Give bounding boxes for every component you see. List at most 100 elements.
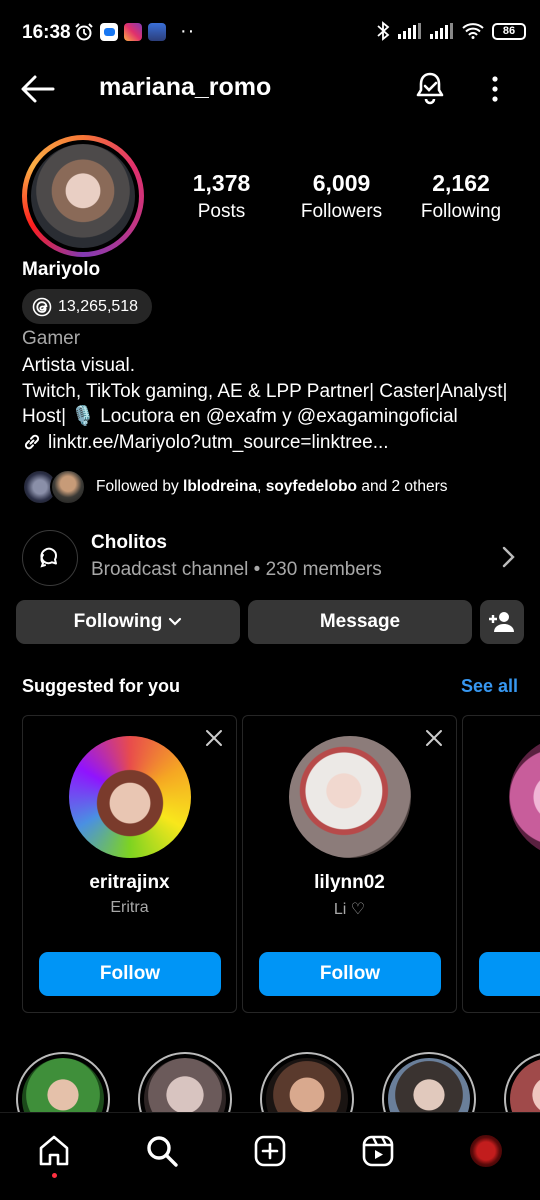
profile-bio: Artista visual. Twitch, TikTok gaming, A…	[22, 353, 532, 455]
messenger-app-icon	[100, 23, 118, 41]
status-bar: 16:38 ·· 86	[0, 0, 540, 62]
see-all-link[interactable]: See all	[461, 676, 518, 697]
mutual-user-1[interactable]: lblodreina	[183, 478, 257, 495]
highlight-cover	[510, 1058, 540, 1112]
message-button-label: Message	[319, 611, 401, 632]
stat-followers-label: Followers	[300, 201, 383, 222]
follow-button[interactable]: Follow	[259, 952, 441, 996]
close-icon[interactable]	[424, 728, 444, 748]
signal-icon	[398, 23, 421, 39]
highlight-cover	[388, 1058, 470, 1112]
home-notification-dot	[52, 1173, 57, 1178]
chevron-right-icon	[502, 546, 515, 568]
highlight-cover	[22, 1058, 104, 1112]
profile-header: mariana_romo	[0, 62, 540, 116]
status-time: 16:38	[22, 22, 71, 43]
instagram-app-icon	[124, 23, 142, 41]
back-arrow-icon	[21, 75, 55, 103]
bio-link[interactable]: linktr.ee/Mariyolo?utm_source=linktree..…	[22, 430, 532, 456]
bio-line-2: Twitch, TikTok gaming, AE & LPP Partner|…	[22, 380, 508, 402]
stat-following[interactable]: 2,162 Following	[400, 170, 522, 223]
bluetooth-icon	[377, 21, 390, 41]
bell-check-icon	[416, 72, 444, 105]
chat-bubbles-icon	[40, 547, 57, 568]
stat-posts-value: 1,378	[192, 170, 251, 196]
stat-posts[interactable]: 1,378 Posts	[160, 170, 283, 223]
suggested-card[interactable]: lilynn02 Li ♡ Follow	[242, 715, 457, 1013]
highlight-cover	[144, 1058, 226, 1112]
highlight-item[interactable]	[260, 1052, 354, 1112]
follow-button[interactable]: Follow	[39, 952, 221, 996]
profile-username: mariana_romo	[99, 73, 272, 101]
broadcast-channel-row[interactable]: Cholitos Broadcast channel • 230 members	[22, 527, 522, 586]
highlight-item[interactable]	[382, 1052, 476, 1112]
close-icon[interactable]	[204, 728, 224, 748]
status-notification-icons	[74, 22, 166, 42]
message-button[interactable]: Message	[248, 600, 472, 644]
nav-create[interactable]	[250, 1131, 290, 1171]
bio-line-1: Artista visual.	[22, 355, 135, 376]
suggested-name: Eritra	[110, 899, 149, 916]
stat-posts-label: Posts	[197, 201, 246, 222]
highlight-item[interactable]	[138, 1052, 232, 1112]
nav-search[interactable]	[142, 1131, 182, 1171]
status-system-icons: 86	[376, 21, 526, 41]
suggested-card[interactable]: eritrajinx Eritra Follow	[22, 715, 237, 1013]
suggested-cards: eritrajinx Eritra Follow lilynn02 Li ♡ F…	[22, 715, 540, 1013]
followed-by-prefix: Followed by	[96, 478, 184, 495]
suggested-avatar[interactable]	[509, 736, 540, 858]
mutual-user-2[interactable]: soyfedelobo	[266, 478, 357, 495]
suggested-username[interactable]: eritrajinx	[23, 872, 236, 894]
suggested-card[interactable]: a A Follow	[462, 715, 540, 1013]
signal-2-icon	[430, 23, 453, 39]
suggested-name: Li ♡	[333, 901, 366, 918]
reels-icon	[362, 1135, 394, 1167]
stat-followers-value: 6,009	[312, 170, 371, 196]
followed-by-separator: ,	[257, 478, 266, 495]
search-icon	[147, 1136, 178, 1167]
suggested-name: A	[463, 899, 540, 917]
highlight-item[interactable]	[16, 1052, 110, 1112]
followed-by-row[interactable]: Followed by lblodreina, soyfedelobo and …	[22, 469, 448, 505]
back-button[interactable]	[20, 74, 56, 104]
mutual-avatars	[22, 469, 86, 505]
follow-button[interactable]: Follow	[479, 952, 540, 996]
threads-count: 13,265,518	[58, 297, 139, 315]
suggested-users-button[interactable]	[480, 600, 524, 644]
highlight-item[interactable]	[504, 1052, 540, 1112]
stat-following-label: Following	[420, 201, 502, 222]
notifications-button[interactable]	[412, 70, 448, 106]
nav-home[interactable]	[34, 1131, 74, 1171]
bio-line-3[interactable]: Host| 🎙️ Locutora en @exafm y @exagaming…	[22, 404, 532, 430]
suggested-avatar[interactable]	[69, 736, 191, 858]
suggested-username[interactable]: a	[463, 872, 540, 894]
stat-followers[interactable]: 6,009 Followers	[283, 170, 400, 223]
broadcast-channel-icon	[22, 530, 78, 586]
bio-link-text[interactable]: linktr.ee/Mariyolo?utm_source=linktree..…	[48, 430, 389, 456]
suggested-username[interactable]: lilynn02	[243, 872, 456, 894]
profile-category: Gamer	[22, 328, 81, 349]
suggested-avatar[interactable]	[289, 736, 411, 858]
wifi-icon	[462, 23, 484, 39]
followed-by-text: Followed by lblodreina, soyfedelobo and …	[96, 478, 448, 496]
more-notifications-icon: ··	[180, 20, 196, 42]
profile-stats: 1,378 Posts 6,009 Followers 2,162 Follow…	[160, 170, 530, 223]
alarm-icon	[75, 23, 93, 41]
threads-badge[interactable]: 13,265,518	[22, 289, 153, 324]
following-button-label: Following	[73, 611, 163, 632]
nav-profile[interactable]	[466, 1131, 506, 1171]
bottom-navigation	[0, 1112, 540, 1200]
nav-profile-avatar	[468, 1133, 504, 1169]
mutual-avatar-2	[50, 469, 86, 505]
chevron-down-icon	[169, 617, 182, 626]
profile-avatar-ring[interactable]	[22, 135, 144, 257]
profile-avatar	[27, 140, 139, 252]
profile-display-name: Mariyolo	[22, 259, 101, 280]
plus-square-icon	[254, 1135, 286, 1167]
more-options-button[interactable]	[482, 72, 508, 106]
nav-reels[interactable]	[358, 1131, 398, 1171]
followed-by-suffix: and 2 others	[357, 478, 448, 495]
suggested-title: Suggested for you	[22, 676, 181, 696]
following-button[interactable]: Following	[16, 600, 240, 644]
more-vertical-icon	[492, 76, 498, 102]
